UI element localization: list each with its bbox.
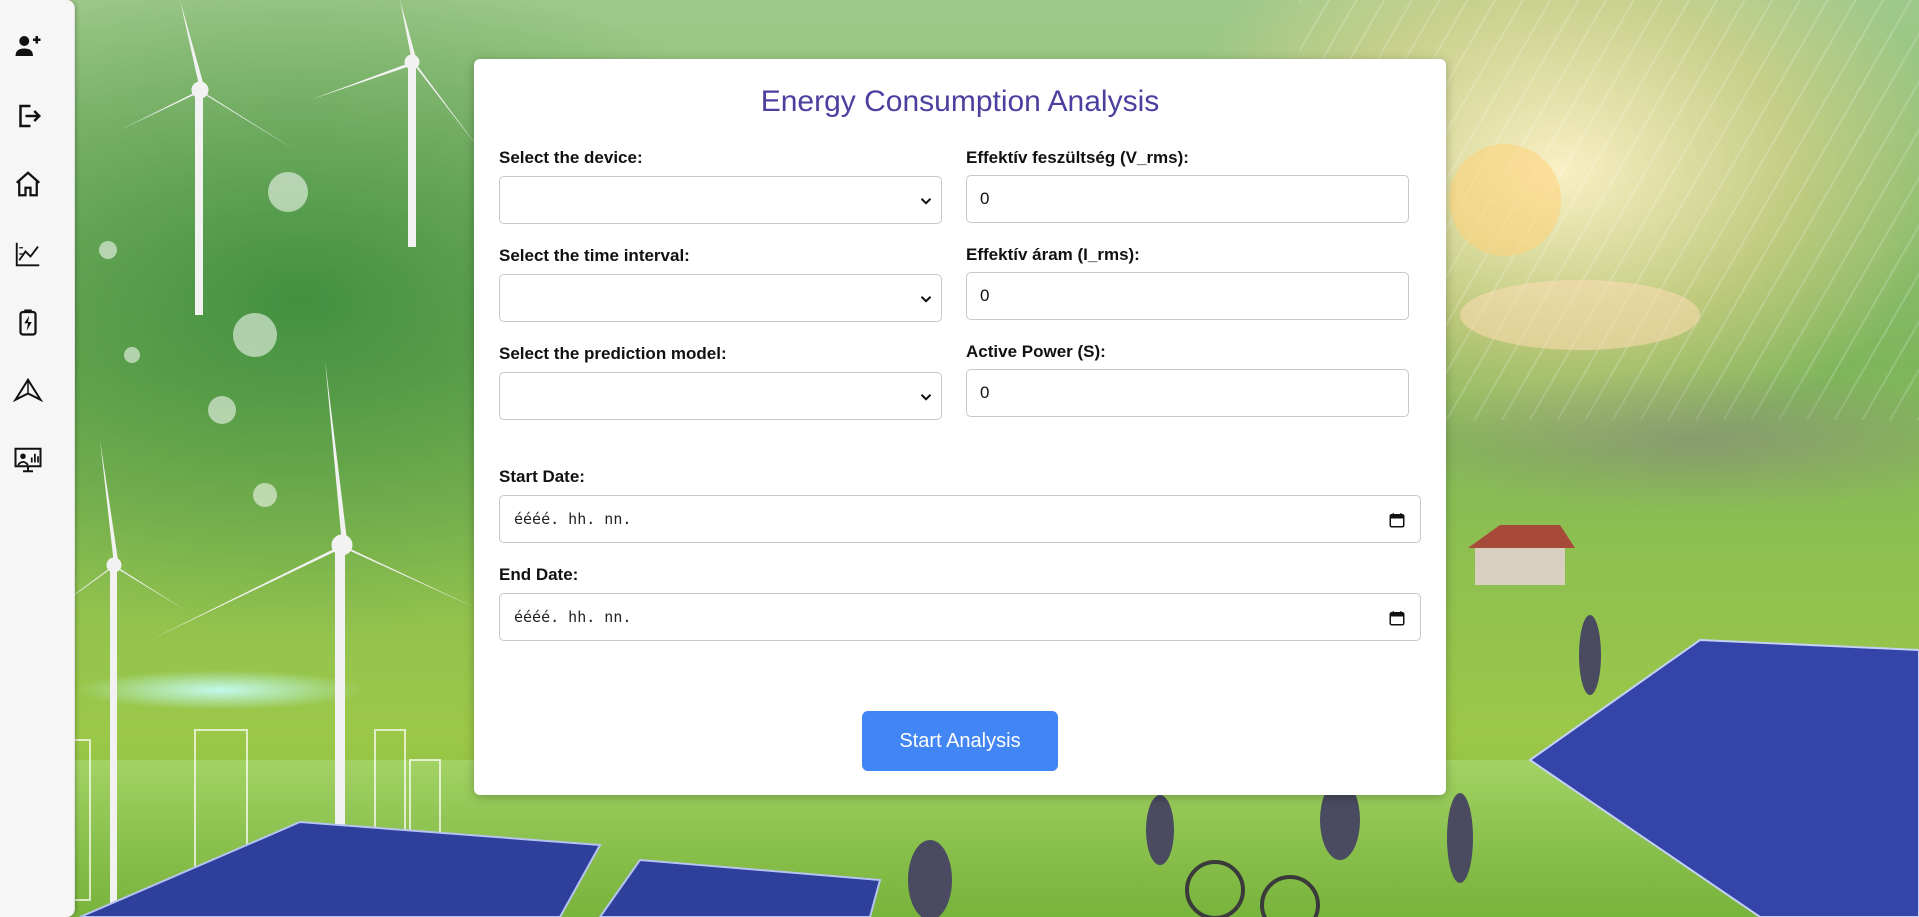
- calendar-icon[interactable]: [1388, 511, 1406, 529]
- start-date-placeholder: éééé. hh. nn.: [514, 510, 632, 528]
- end-date-placeholder: éééé. hh. nn.: [514, 608, 632, 626]
- time-interval-select[interactable]: [499, 274, 942, 322]
- add-user-icon: [15, 36, 41, 56]
- start-date-input[interactable]: éééé. hh. nn.: [499, 495, 1421, 543]
- chevron-down-icon: [920, 394, 932, 401]
- device-label: Select the device:: [499, 148, 643, 167]
- vrms-label: Effektív feszültség (V_rms):: [966, 148, 1189, 167]
- device-select[interactable]: [499, 176, 942, 224]
- vrms-input[interactable]: 0: [966, 175, 1409, 223]
- sidebar-item-home[interactable]: [12, 168, 44, 200]
- sidebar-item-logout[interactable]: [12, 100, 44, 132]
- sidebar-item-chart[interactable]: [12, 238, 44, 270]
- prediction-model-label: Select the prediction model:: [499, 344, 727, 363]
- analysis-form-card: Energy Consumption Analysis Select the d…: [474, 59, 1446, 795]
- chevron-down-icon: [920, 198, 932, 205]
- active-power-input[interactable]: 0: [966, 369, 1409, 417]
- home-icon: [16, 171, 40, 197]
- start-date-label: Start Date:: [499, 467, 585, 486]
- prediction-model-select[interactable]: [499, 372, 942, 420]
- calendar-icon[interactable]: [1388, 609, 1406, 627]
- logout-icon: [19, 104, 42, 128]
- paper-plane-icon: [13, 377, 43, 403]
- sidebar-item-add-user[interactable]: [12, 30, 44, 62]
- battery-charging-icon: [19, 309, 37, 336]
- sidebar-item-battery[interactable]: [12, 306, 44, 338]
- irms-input[interactable]: 0: [966, 272, 1409, 320]
- sidebar-item-presentation[interactable]: [12, 444, 44, 476]
- start-analysis-button[interactable]: Start Analysis: [862, 711, 1058, 771]
- chevron-down-icon: [920, 296, 932, 303]
- sidebar: [0, 0, 75, 917]
- active-power-label: Active Power (S):: [966, 342, 1106, 361]
- sidebar-item-send[interactable]: [12, 375, 44, 407]
- time-interval-label: Select the time interval:: [499, 246, 690, 265]
- chart-icon: [15, 242, 40, 267]
- end-date-input[interactable]: éééé. hh. nn.: [499, 593, 1421, 641]
- page-title: Energy Consumption Analysis: [760, 85, 1160, 118]
- irms-label: Effektív áram (I_rms):: [966, 245, 1140, 264]
- presentation-icon: [14, 447, 42, 473]
- end-date-label: End Date:: [499, 565, 579, 584]
